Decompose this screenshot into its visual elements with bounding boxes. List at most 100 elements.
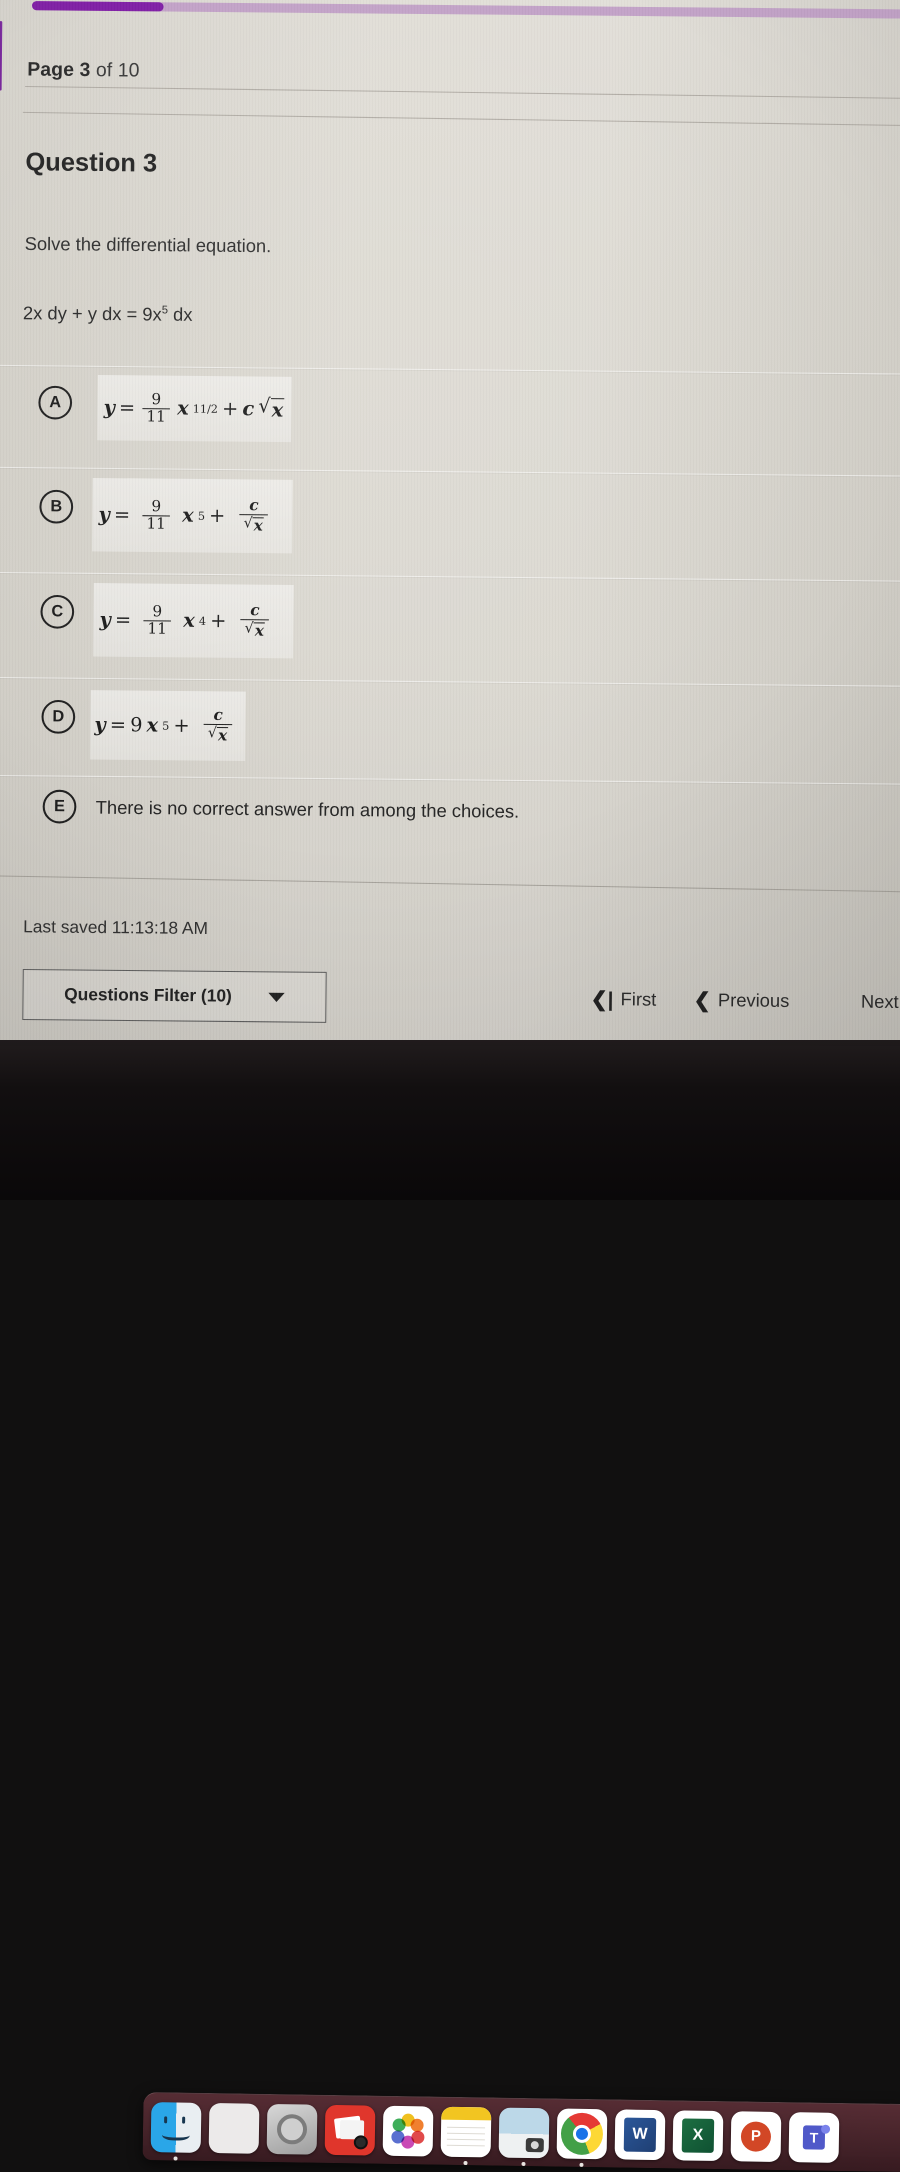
running-indicator (173, 2155, 178, 2161)
dock-item-teams[interactable]: T (788, 2111, 840, 2163)
page-indicator-of: of (95, 59, 113, 82)
preview-icon[interactable] (498, 2107, 550, 2158)
dock-item-launchpad[interactable] (208, 2102, 260, 2154)
formula-equals: = (109, 713, 127, 737)
choice-letter-b: B (50, 497, 63, 515)
questions-filter-dropdown[interactable]: Questions Filter (10) (22, 968, 327, 1023)
powerpoint-icon[interactable]: P (730, 2110, 782, 2162)
choice-bubble-b[interactable]: B (39, 489, 74, 524)
equation-tail: dx (167, 304, 193, 325)
dock-item-excel[interactable]: X (672, 2109, 724, 2161)
dock-item-finder[interactable] (150, 2101, 202, 2161)
fraction-denominator: 11 (143, 619, 172, 637)
choice-bubble-a[interactable]: A (38, 385, 73, 420)
dock-item-photos[interactable] (382, 2105, 434, 2157)
choice-formula-c: y = 9 11 x4 + c √ x (99, 601, 272, 640)
page-indicator-total: 10 (117, 60, 140, 82)
progress-bar-track (31, 1, 900, 19)
formula-y: y (94, 713, 106, 737)
photos-icon[interactable] (382, 2105, 434, 2157)
choice-formula-plate-d: y = 9x5 + c √ x (90, 690, 246, 761)
macos-dock[interactable]: W X P T (142, 2091, 900, 2172)
fraction-numerator: 9 (151, 496, 162, 516)
notes-icon[interactable] (440, 2106, 492, 2157)
formula-coefficient: 9 (130, 713, 143, 737)
formula-variable: x (183, 609, 195, 632)
choice-separator (0, 466, 900, 477)
choice-bubble-e[interactable]: E (42, 789, 77, 824)
finder-icon[interactable] (150, 2101, 202, 2153)
sqrt-icon: √ x (258, 394, 285, 422)
dock-item-chrome[interactable] (556, 2107, 608, 2167)
launchpad-icon[interactable] (208, 2102, 260, 2154)
header-divider-top (25, 85, 900, 99)
answer-choice-b[interactable]: B y = 9 11 x5 + c √ x (0, 466, 900, 573)
system-preferences-icon[interactable] (266, 2103, 318, 2155)
choice-formula-plate-a: y = 9 11 x 11/2 + c √ x (97, 375, 292, 443)
choice-formula-b: y = 9 11 x5 + c √ x (98, 496, 271, 535)
choice-bubble-d[interactable]: D (41, 699, 76, 734)
choice-bubble-c[interactable]: C (40, 594, 75, 629)
formula-variable: x (146, 714, 159, 737)
fraction-denominator: 11 (142, 514, 171, 532)
dock-item-system-preferences[interactable] (266, 2103, 318, 2155)
formula-fraction: 9 11 (142, 496, 171, 532)
fraction-denominator: √ x (203, 723, 233, 745)
formula-equals: = (118, 396, 136, 420)
sqrt-icon: √ x (243, 515, 264, 535)
nav-first-button[interactable]: ❮| First (591, 988, 657, 1011)
dock-item-image-capture[interactable] (324, 2104, 376, 2156)
nav-previous-button[interactable]: ❮ Previous (694, 989, 790, 1012)
choice-letter-e: E (53, 797, 66, 815)
equation-lead: 2x dy + y dx = 9x (22, 302, 162, 325)
formula-fraction: 9 11 (142, 389, 171, 425)
formula-variable: x (177, 397, 189, 420)
sqrt-icon: √ x (207, 724, 229, 745)
nav-next-button[interactable]: Next (861, 991, 899, 1013)
answer-choice-a[interactable]: A y = 9 11 x 11/2 + c √ x (0, 364, 900, 466)
dock-item-notes[interactable] (440, 2106, 492, 2165)
choice-separator (0, 364, 900, 375)
sqrt-icon: √ x (244, 620, 265, 640)
formula-plus: + (221, 397, 239, 421)
dock-item-preview[interactable] (498, 2107, 550, 2166)
excel-icon-letter: X (681, 2117, 715, 2153)
dock-item-powerpoint[interactable]: P (730, 2110, 782, 2162)
answer-choice-c[interactable]: C y = 9 11 x4 + c √ x (0, 571, 900, 678)
fraction-numerator: 9 (152, 601, 163, 621)
sqrt-radicand: x (216, 726, 229, 745)
running-indicator (521, 2161, 526, 2166)
word-icon[interactable]: W (614, 2108, 666, 2160)
chevron-down-icon (268, 992, 285, 1002)
exam-screen: Page 3 of 10 Question 3 Solve the differ… (0, 0, 900, 1046)
fraction-denominator: √ x (240, 619, 270, 640)
teams-icon[interactable]: T (788, 2111, 840, 2163)
formula-fraction: 9 11 (143, 601, 172, 637)
fraction-denominator: 11 (142, 407, 171, 425)
excel-icon[interactable]: X (672, 2109, 724, 2161)
choice-formula-a: y = 9 11 x 11/2 + c √ x (103, 389, 285, 426)
dock-item-word[interactable]: W (614, 2108, 666, 2160)
image-capture-icon[interactable] (324, 2104, 376, 2156)
formula-equals: = (114, 608, 132, 632)
page-indicator: Page 3 of 10 (27, 59, 139, 83)
choice-formula-plate-c: y = 9 11 x4 + c √ x (93, 583, 294, 659)
sqrt-radicand: x (252, 516, 264, 535)
chrome-icon[interactable] (556, 2107, 608, 2159)
nav-previous-label: Previous (717, 989, 790, 1012)
word-icon-letter: W (623, 2117, 657, 2152)
header-divider-bottom (22, 111, 900, 127)
progress-bar-fill (31, 1, 164, 12)
formula-exponent: 11/2 (192, 401, 219, 416)
fraction-numerator: 9 (151, 389, 162, 408)
formula-y: y (103, 396, 116, 420)
answer-choice-d[interactable]: D y = 9x5 + c √ x (0, 676, 900, 780)
choice-letter-c: C (51, 602, 64, 620)
nav-first-label: First (620, 988, 657, 1010)
formula-exponent: 4 (198, 614, 207, 628)
answer-choice-e[interactable]: E There is no correct answer from among … (0, 774, 900, 855)
formula-variable: x (182, 504, 194, 527)
powerpoint-icon-letter: P (740, 2120, 772, 2152)
last-saved-status: Last saved 11:13:18 AM (23, 916, 209, 939)
sqrt-radicand: x (253, 621, 265, 640)
